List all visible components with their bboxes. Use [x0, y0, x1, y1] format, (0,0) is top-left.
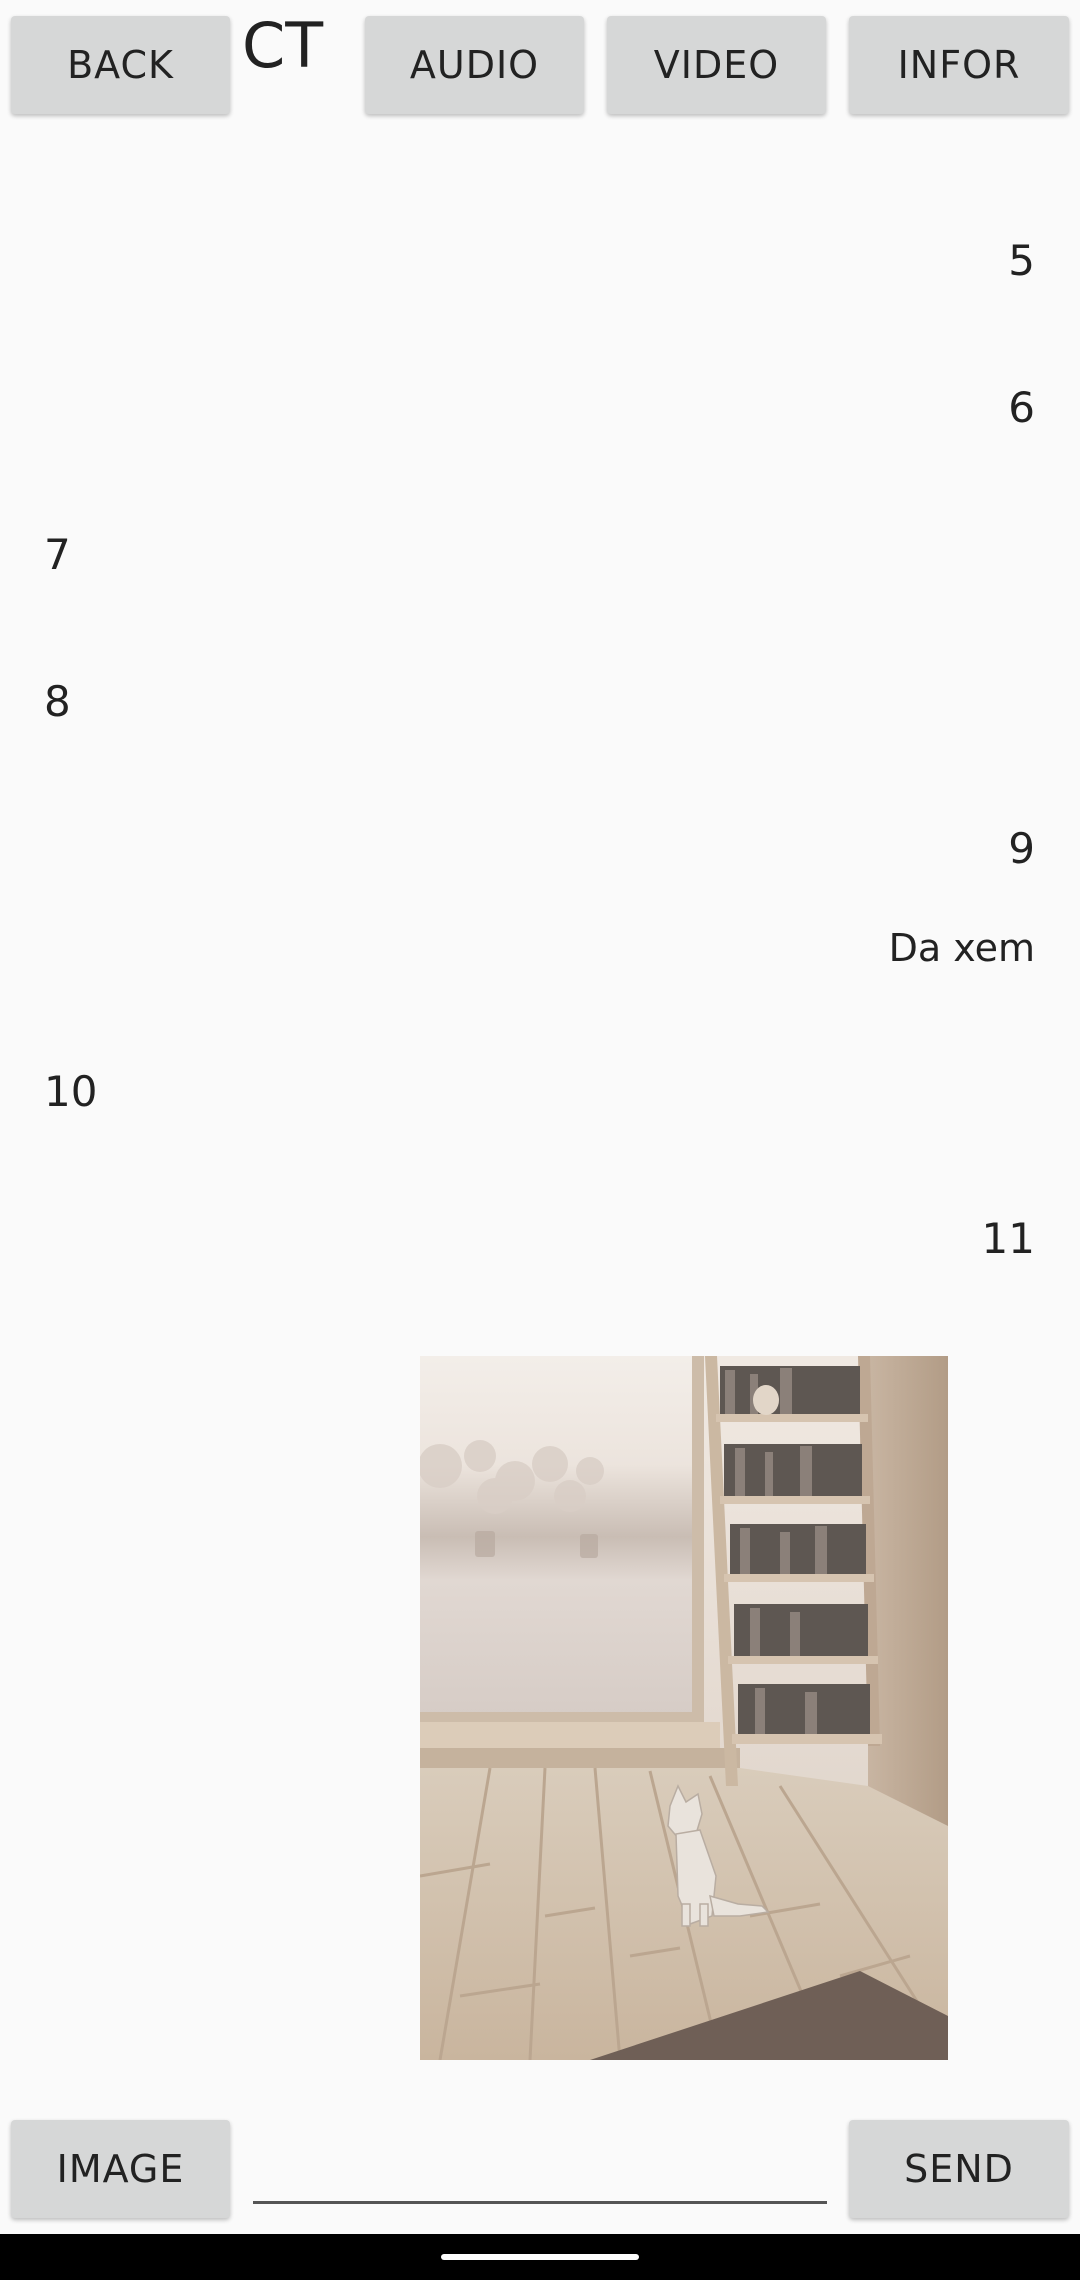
attach-image-button[interactable]: IMAGE [11, 2120, 230, 2218]
audio-call-button[interactable]: AUDIO [365, 16, 584, 114]
message-item: 6 [1008, 383, 1035, 432]
seen-status: Da xem [888, 926, 1035, 970]
send-button[interactable]: SEND [849, 2120, 1069, 2218]
message-item: 8 [44, 677, 71, 726]
image-message[interactable] [420, 1356, 948, 2060]
home-indicator[interactable] [441, 2254, 639, 2260]
message-item: 5 [1008, 236, 1035, 285]
chat-title: CT [242, 9, 324, 82]
message-item: 7 [44, 530, 71, 579]
message-item: 9 [1008, 824, 1035, 873]
message-item: 10 [44, 1067, 98, 1116]
info-button[interactable]: INFOR [849, 16, 1069, 114]
back-button[interactable]: BACK [11, 16, 230, 114]
message-item: 11 [981, 1214, 1035, 1263]
photo-image-icon [420, 1356, 948, 2060]
message-input[interactable] [253, 2120, 827, 2204]
video-call-button[interactable]: VIDEO [607, 16, 826, 114]
